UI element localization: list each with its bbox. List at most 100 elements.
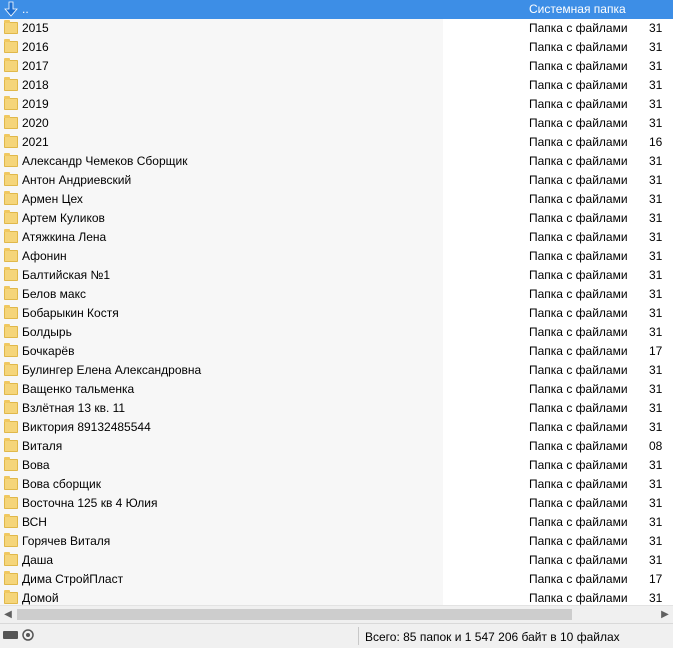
file-date: 31 (649, 591, 663, 605)
folder-row[interactable]: 2017 Папка с файлами 31 (0, 57, 673, 76)
folder-icon (4, 476, 18, 490)
file-date: 31 (649, 192, 663, 206)
folder-row[interactable]: 2019 Папка с файлами 31 (0, 95, 673, 114)
folder-row[interactable]: 2018 Папка с файлами 31 (0, 76, 673, 95)
folder-row[interactable]: Бочкарёв Папка с файлами 17 (0, 342, 673, 361)
folder-row[interactable]: Даша Папка с файлами 31 (0, 551, 673, 570)
file-date: 31 (649, 230, 663, 244)
file-type: Папка с файлами (529, 306, 628, 320)
file-date: 31 (649, 534, 663, 548)
folder-icon (4, 381, 18, 395)
file-type: Папка с файлами (529, 363, 628, 377)
file-name: Артем Куликов (22, 211, 105, 225)
horizontal-scrollbar[interactable]: ◀ ▶ (0, 605, 673, 623)
file-date: 31 (649, 420, 663, 434)
folder-row[interactable]: Виталя Папка с файлами 08 (0, 437, 673, 456)
folder-icon (4, 39, 18, 53)
file-name: Горячев Виталя (22, 534, 111, 548)
folder-icon (4, 20, 18, 34)
file-type: Папка с файлами (529, 78, 628, 92)
file-date: 31 (649, 21, 663, 35)
folder-row[interactable]: Ващенко тальменка Папка с файлами 31 (0, 380, 673, 399)
folder-row[interactable]: Булингер Елена Александровна Папка с файл… (0, 361, 673, 380)
folder-row[interactable]: Горячев Виталя Папка с файлами 31 (0, 532, 673, 551)
folder-icon (4, 153, 18, 167)
file-date: 31 (649, 382, 663, 396)
file-date: 31 (649, 553, 663, 567)
file-type: Папка с файлами (529, 382, 628, 396)
folder-row[interactable]: Вова сборщик Папка с файлами 31 (0, 475, 673, 494)
file-date: 31 (649, 40, 663, 54)
status-separator (358, 627, 359, 645)
file-date: 31 (649, 287, 663, 301)
file-name: Александр Чемеков Сборщик (22, 154, 188, 168)
file-list[interactable]: .. Системная папка 2015 Папка с файлами 31 20… (0, 0, 673, 605)
file-name: Восточна 125 кв 4 Юлия (22, 496, 158, 510)
file-date: 31 (649, 173, 663, 187)
file-name: Болдырь (22, 325, 72, 339)
folder-icon (4, 400, 18, 414)
scroll-left-arrow-icon[interactable]: ◀ (1, 608, 15, 621)
file-name: Дима СтройПласт (22, 572, 124, 586)
folder-icon (4, 96, 18, 110)
folder-icon (4, 286, 18, 300)
folder-row[interactable]: Афонин Папка с файлами 31 (0, 247, 673, 266)
file-type: Папка с файлами (529, 154, 628, 168)
drive-icon[interactable] (3, 631, 18, 639)
file-date: 31 (649, 325, 663, 339)
file-type: Папка с файлами (529, 230, 628, 244)
folder-row[interactable]: Взлётная 13 кв. 11 Папка с файлами 31 (0, 399, 673, 418)
file-type: Папка с файлами (529, 135, 628, 149)
folder-row[interactable]: 2020 Папка с файлами 31 (0, 114, 673, 133)
folder-row[interactable]: Восточна 125 кв 4 Юлия Папка с файлами 31 (0, 494, 673, 513)
scroll-right-arrow-icon[interactable]: ▶ (658, 608, 672, 621)
file-type: Папка с файлами (529, 211, 628, 225)
folder-icon (4, 533, 18, 547)
folder-row[interactable]: Белов макс Папка с файлами 31 (0, 285, 673, 304)
folder-icon (4, 590, 18, 604)
file-date: 08 (649, 439, 663, 453)
file-date: 16 (649, 135, 663, 149)
file-date: 31 (649, 458, 663, 472)
folder-row[interactable]: 2015 Папка с файлами 31 (0, 19, 673, 38)
folder-row[interactable]: Домой Папка с файлами 31 (0, 589, 673, 605)
file-name: 2016 (22, 40, 49, 54)
folder-icon (4, 172, 18, 186)
file-name: Белов макс (22, 287, 86, 301)
file-name: Вова сборщик (22, 477, 101, 491)
file-name: Афонин (22, 249, 67, 263)
folder-icon (4, 134, 18, 148)
folder-row[interactable]: Бобарыкин Костя Папка с файлами 31 (0, 304, 673, 323)
file-type: Папка с файлами (529, 458, 628, 472)
folder-row[interactable]: 2021 Папка с файлами 16 (0, 133, 673, 152)
file-name: Даша (22, 553, 54, 567)
file-name: Балтийская №1 (22, 268, 111, 282)
file-date: 31 (649, 154, 663, 168)
file-date: 31 (649, 116, 663, 130)
file-type: Папка с файлами (529, 420, 628, 434)
folder-row[interactable]: Болдырь Папка с файлами 31 (0, 323, 673, 342)
folder-row[interactable]: Дима СтройПласт Папка с файлами 17 (0, 570, 673, 589)
folder-row[interactable]: Армен Цех Папка с файлами 31 (0, 190, 673, 209)
folder-row[interactable]: Александр Чемеков Сборщик Папка с файлами… (0, 152, 673, 171)
folder-row[interactable]: Атяжкина Лена Папка с файлами 31 (0, 228, 673, 247)
file-name: 2021 (22, 135, 49, 149)
folder-row[interactable]: Артем Куликов Папка с файлами 31 (0, 209, 673, 228)
status-bar: Всего: 85 папок и 1 547 206 байт в 10 фа… (0, 623, 673, 648)
folder-row[interactable]: Антон Андриевский Папка с файлами 31 (0, 171, 673, 190)
file-type: Папка с файлами (529, 515, 628, 529)
folder-row[interactable]: Балтийская №1 Папка с файлами 31 (0, 266, 673, 285)
scroll-thumb[interactable] (17, 609, 572, 620)
folder-row[interactable]: 2016 Папка с файлами 31 (0, 38, 673, 57)
folder-row[interactable]: Вова Папка с файлами 31 (0, 456, 673, 475)
file-date: 31 (649, 211, 663, 225)
network-icon[interactable] (21, 629, 35, 641)
folder-icon (4, 571, 18, 585)
folder-row[interactable]: ВСН Папка с файлами 31 (0, 513, 673, 532)
file-type: Папка с файлами (529, 116, 628, 130)
file-name: 2017 (22, 59, 49, 73)
file-type: Папка с файлами (529, 325, 628, 339)
parent-directory-row[interactable]: .. Системная папка (0, 0, 673, 19)
folder-icon (4, 438, 18, 452)
folder-row[interactable]: Виктория 89132485544 Папка с файлами 31 (0, 418, 673, 437)
